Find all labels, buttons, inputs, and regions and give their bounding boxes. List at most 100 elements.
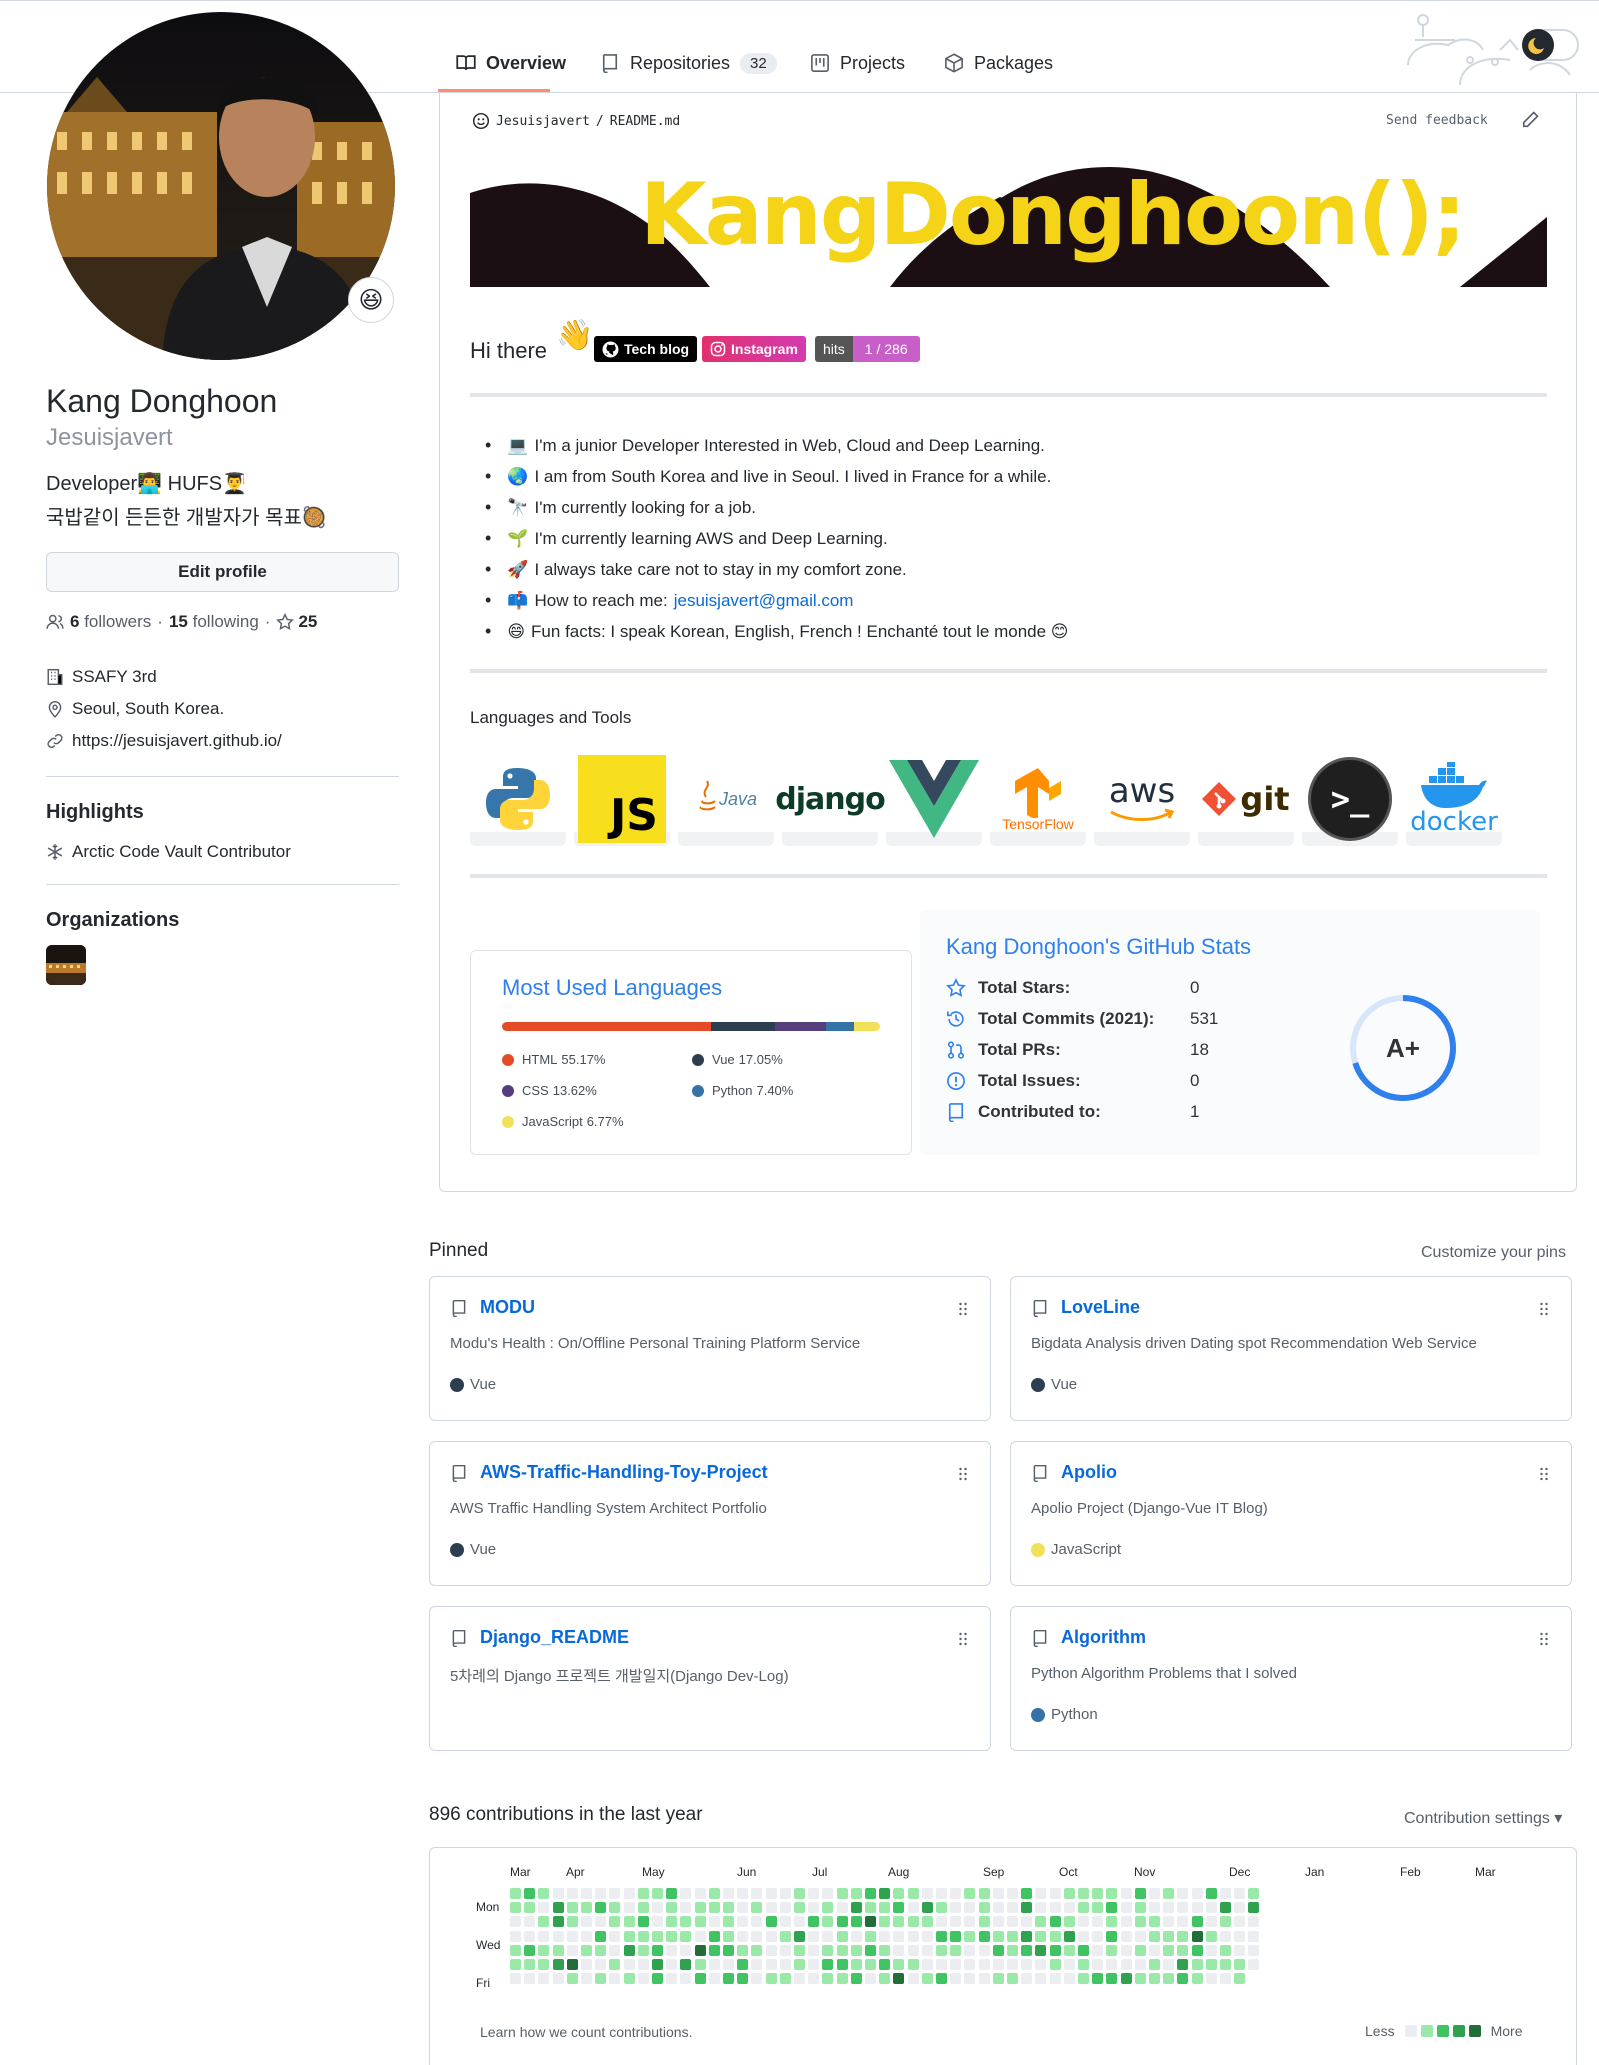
tool-git[interactable]: git xyxy=(1198,755,1294,843)
contribution-cell[interactable] xyxy=(779,1888,791,1899)
contribution-cell[interactable] xyxy=(552,1902,564,1914)
contribution-cell[interactable] xyxy=(879,1959,891,1970)
contribution-cell[interactable] xyxy=(1191,1888,1203,1899)
contribution-cell[interactable] xyxy=(779,1973,791,1985)
contribution-cell[interactable] xyxy=(879,1888,891,1899)
contribution-cell[interactable] xyxy=(1177,1888,1189,1899)
contribution-cell[interactable] xyxy=(609,1902,621,1914)
contribution-cell[interactable] xyxy=(609,1959,621,1970)
contribution-cell[interactable] xyxy=(1205,1888,1217,1899)
contribution-cell[interactable] xyxy=(581,1973,592,1985)
contribution-cell[interactable] xyxy=(609,1930,621,1942)
contribution-cell[interactable] xyxy=(978,1930,990,1942)
contribution-cell[interactable] xyxy=(1063,1902,1075,1914)
contribution-cell[interactable] xyxy=(1205,1902,1217,1914)
tool-tensorflow[interactable]: TensorFlow xyxy=(990,755,1086,843)
contribution-cell[interactable] xyxy=(779,1916,791,1928)
contribution-cell[interactable] xyxy=(1021,1973,1033,1985)
contribution-cell[interactable] xyxy=(1049,1888,1061,1899)
contribution-cell[interactable] xyxy=(652,1888,663,1899)
contribution-cell[interactable] xyxy=(936,1888,947,1899)
contribution-cell[interactable] xyxy=(1177,1916,1189,1928)
contribution-cell[interactable] xyxy=(1205,1973,1217,1985)
contribution-cell[interactable] xyxy=(808,1902,820,1914)
contribution-cell[interactable] xyxy=(1120,1973,1132,1985)
contribution-cell[interactable] xyxy=(1106,1959,1118,1970)
contribution-cell[interactable] xyxy=(978,1959,990,1970)
contribution-cell[interactable] xyxy=(794,1973,805,1985)
contribution-cell[interactable] xyxy=(978,1916,990,1928)
contribution-cell[interactable] xyxy=(921,1944,933,1956)
contribution-cell[interactable] xyxy=(936,1944,947,1956)
contribution-cell[interactable] xyxy=(708,1916,720,1928)
contribution-cell[interactable] xyxy=(1021,1902,1033,1914)
contribution-cell[interactable] xyxy=(893,1930,905,1942)
contribution-cell[interactable] xyxy=(510,1959,521,1970)
contribution-cell[interactable] xyxy=(836,1959,848,1970)
contribution-cell[interactable] xyxy=(836,1930,848,1942)
contribution-cell[interactable] xyxy=(552,1959,564,1970)
repo-name-link[interactable]: LoveLine xyxy=(1061,1297,1140,1318)
contribution-cell[interactable] xyxy=(666,1959,678,1970)
contribution-cell[interactable] xyxy=(765,1930,777,1942)
edit-profile-button[interactable]: Edit profile xyxy=(46,552,399,592)
contribution-cell[interactable] xyxy=(907,1888,919,1899)
contribution-cell[interactable] xyxy=(623,1888,635,1899)
contribution-cell[interactable] xyxy=(1177,1959,1189,1970)
contribution-cell[interactable] xyxy=(794,1959,805,1970)
contribution-cell[interactable] xyxy=(879,1944,891,1956)
contribution-cell[interactable] xyxy=(1149,1888,1160,1899)
organization-avatar[interactable] xyxy=(46,945,86,985)
contribution-cell[interactable] xyxy=(865,1916,876,1928)
contribution-cell[interactable] xyxy=(566,1959,578,1970)
contribution-cell[interactable] xyxy=(1149,1916,1160,1928)
contribution-cell[interactable] xyxy=(680,1916,692,1928)
contribution-cell[interactable] xyxy=(1205,1930,1217,1942)
contribution-cell[interactable] xyxy=(1021,1916,1033,1928)
learn-contributions-link[interactable]: Learn how we count contributions. xyxy=(480,2024,692,2040)
contribution-cell[interactable] xyxy=(822,1902,834,1914)
contribution-cell[interactable] xyxy=(1134,1888,1146,1899)
drag-handle-icon[interactable] xyxy=(958,1301,968,1317)
edit-pencil-icon[interactable] xyxy=(1520,110,1540,130)
contribution-cell[interactable] xyxy=(737,1959,749,1970)
contribution-cell[interactable] xyxy=(751,1916,763,1928)
contribution-cell[interactable] xyxy=(950,1959,962,1970)
contribution-cell[interactable] xyxy=(708,1944,720,1956)
tab-packages[interactable]: Packages xyxy=(944,46,1053,80)
repo-name-link[interactable]: AWS-Traffic-Handling-Toy-Project xyxy=(480,1462,768,1483)
contribution-cell[interactable] xyxy=(850,1930,862,1942)
contribution-cell[interactable] xyxy=(1049,1959,1061,1970)
contribution-cell[interactable] xyxy=(921,1930,933,1942)
contribution-cell[interactable] xyxy=(1092,1973,1104,1985)
contribution-cell[interactable] xyxy=(1248,1944,1260,1956)
contribution-cell[interactable] xyxy=(510,1916,521,1928)
contribution-cell[interactable] xyxy=(1220,1930,1231,1942)
contribution-cell[interactable] xyxy=(1205,1944,1217,1956)
contribution-cell[interactable] xyxy=(1234,1959,1246,1970)
contribution-cell[interactable] xyxy=(808,1944,820,1956)
contribution-cell[interactable] xyxy=(794,1888,805,1899)
contribution-cell[interactable] xyxy=(1248,1916,1260,1928)
contribution-cell[interactable] xyxy=(510,1902,521,1914)
contribution-cell[interactable] xyxy=(992,1916,1004,1928)
contribution-cell[interactable] xyxy=(950,1973,962,1985)
contribution-cell[interactable] xyxy=(609,1973,621,1985)
contribution-cell[interactable] xyxy=(1021,1888,1033,1899)
contribution-cell[interactable] xyxy=(1191,1959,1203,1970)
contribution-cell[interactable] xyxy=(850,1902,862,1914)
contribution-cell[interactable] xyxy=(1078,1944,1089,1956)
contribution-cell[interactable] xyxy=(595,1959,607,1970)
contribution-cell[interactable] xyxy=(652,1902,663,1914)
contribution-cell[interactable] xyxy=(1021,1930,1033,1942)
contribution-cell[interactable] xyxy=(1163,1888,1175,1899)
contribution-cell[interactable] xyxy=(1163,1944,1175,1956)
contribution-cell[interactable] xyxy=(538,1902,550,1914)
contribution-cell[interactable] xyxy=(765,1916,777,1928)
contribution-cell[interactable] xyxy=(907,1944,919,1956)
contribution-cell[interactable] xyxy=(992,1930,1004,1942)
contribution-cell[interactable] xyxy=(566,1973,578,1985)
contribution-cell[interactable] xyxy=(1092,1888,1104,1899)
contribution-cell[interactable] xyxy=(836,1916,848,1928)
contribution-cell[interactable] xyxy=(609,1888,621,1899)
